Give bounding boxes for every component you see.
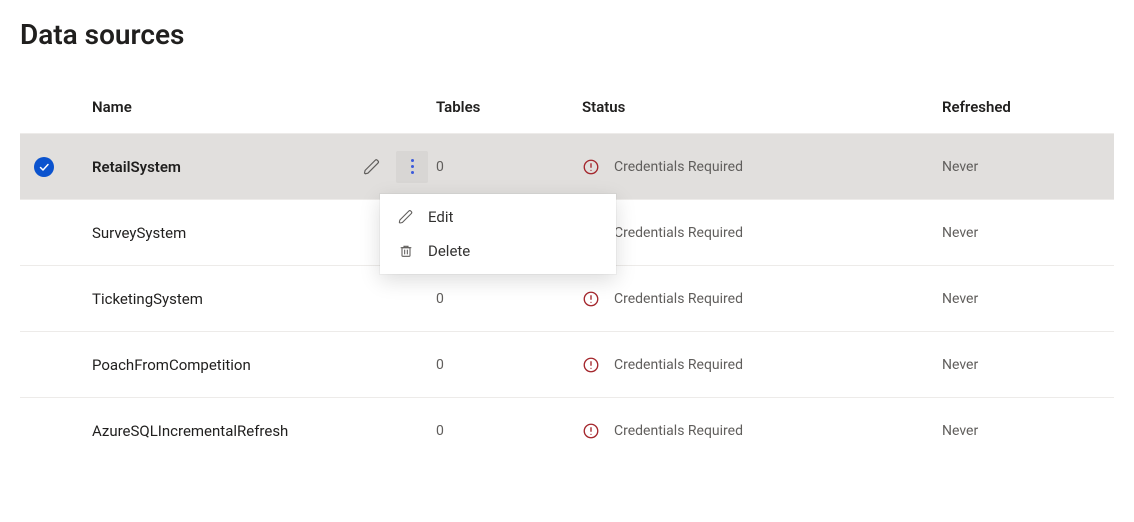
row-name: TicketingSystem: [92, 290, 352, 308]
table-row[interactable]: RetailSystem 0 Credentials Required Neve…: [20, 133, 1114, 199]
row-status: Credentials Required: [614, 291, 743, 307]
table-header: Name Tables Status Refreshed: [20, 81, 1114, 133]
menu-item-delete-label: Delete: [428, 242, 470, 260]
row-refreshed: Never: [942, 225, 1114, 241]
row-refreshed: Never: [942, 423, 1114, 439]
column-header-refreshed[interactable]: Refreshed: [942, 98, 1114, 116]
menu-item-delete[interactable]: Delete: [380, 234, 616, 268]
pencil-icon: [398, 209, 416, 225]
row-tables: 0: [432, 423, 582, 439]
row-more-button[interactable]: [396, 151, 428, 183]
menu-item-edit[interactable]: Edit: [380, 200, 616, 234]
edit-row-button[interactable]: [356, 151, 388, 183]
row-refreshed: Never: [942, 291, 1114, 307]
row-name: SurveySystem: [92, 224, 352, 242]
pencil-icon: [363, 158, 381, 176]
warning-icon: [582, 158, 600, 176]
row-context-menu: Edit Delete: [380, 194, 616, 274]
menu-item-edit-label: Edit: [428, 208, 453, 226]
trash-icon: [398, 243, 416, 259]
column-header-status[interactable]: Status: [582, 98, 942, 116]
warning-icon: [582, 290, 600, 308]
row-tables: 0: [432, 159, 582, 175]
row-name: PoachFromCompetition: [92, 356, 352, 374]
row-status: Credentials Required: [614, 225, 743, 241]
table-row[interactable]: AzureSQLIncrementalRefresh 0 Credentials…: [20, 397, 1114, 463]
more-vertical-icon: [411, 159, 414, 174]
data-sources-table: Name Tables Status Refreshed RetailSyste…: [20, 81, 1114, 463]
column-header-tables[interactable]: Tables: [432, 98, 582, 116]
selected-check-icon[interactable]: [34, 157, 54, 177]
row-status: Credentials Required: [614, 159, 743, 175]
row-status: Credentials Required: [614, 357, 743, 373]
row-tables: 0: [432, 357, 582, 373]
row-refreshed: Never: [942, 357, 1114, 373]
row-name: RetailSystem: [92, 158, 352, 176]
page-title: Data sources: [20, 18, 1114, 51]
table-row[interactable]: PoachFromCompetition 0 Credentials Requi…: [20, 331, 1114, 397]
row-refreshed: Never: [942, 159, 1114, 175]
row-name: AzureSQLIncrementalRefresh: [92, 422, 352, 440]
warning-icon: [582, 356, 600, 374]
warning-icon: [582, 422, 600, 440]
row-status: Credentials Required: [614, 423, 743, 439]
column-header-name[interactable]: Name: [92, 98, 352, 116]
table-row[interactable]: TicketingSystem 0 Credentials Required N…: [20, 265, 1114, 331]
row-tables: 0: [432, 291, 582, 307]
